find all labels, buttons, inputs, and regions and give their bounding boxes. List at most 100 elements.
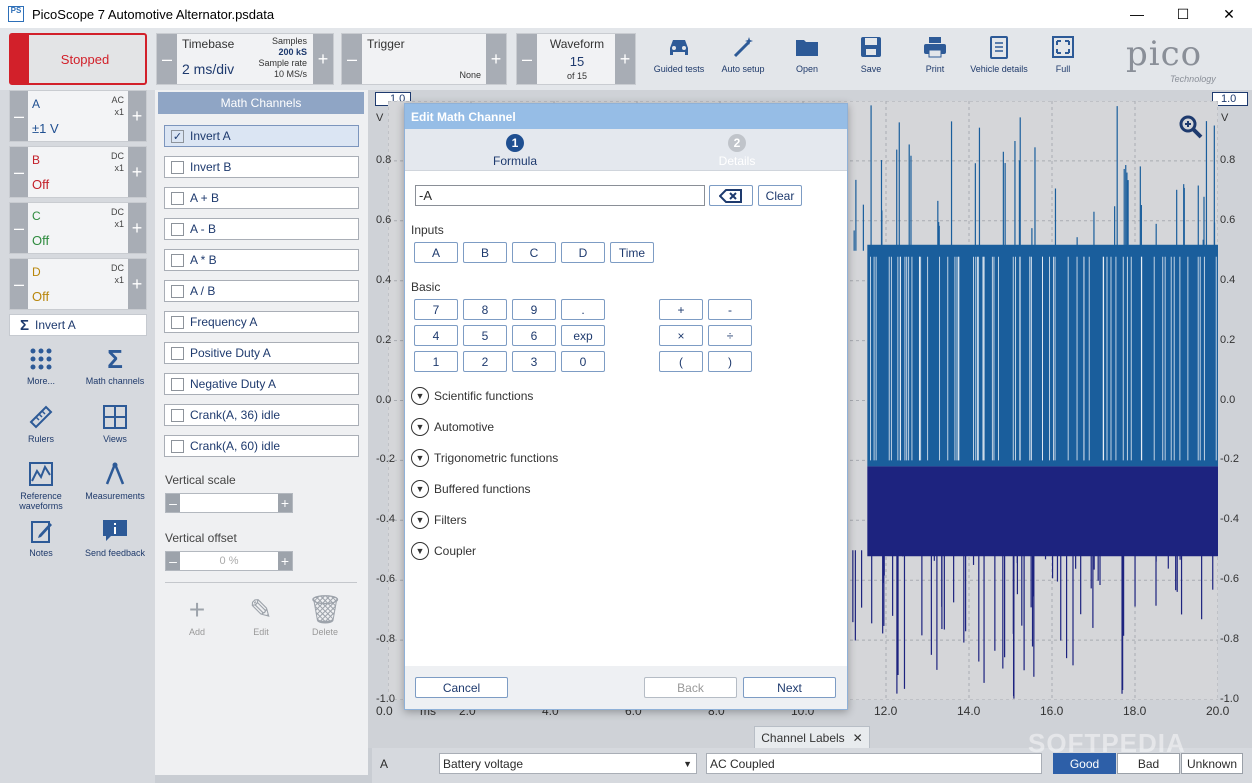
math-item-a-div-b[interactable]: A / B [164, 280, 359, 302]
channel-b-decrease-button[interactable]: – [10, 147, 28, 197]
checkbox[interactable] [171, 346, 184, 360]
delete-math-channel-button[interactable]: 🗑 Delete [300, 595, 350, 638]
trigger-value[interactable]: None [459, 70, 481, 80]
channel-a-coupling[interactable]: AC [111, 94, 124, 106]
section-coupler[interactable]: ▼ Coupler [411, 542, 476, 560]
section-buffered-functions[interactable]: ▼ Buffered functions [411, 480, 531, 498]
key-1[interactable]: 1 [414, 351, 458, 372]
views-button[interactable]: Views [80, 404, 150, 444]
key-exp[interactable]: exp [561, 325, 605, 346]
waveform-next-button[interactable]: + [615, 34, 635, 84]
checkbox[interactable] [171, 284, 184, 298]
channel-a-card[interactable]: – A AC x1 ±1 V + [9, 90, 147, 142]
channel-description-field[interactable]: AC Coupled [706, 753, 1042, 774]
math-item-negative-duty-a[interactable]: Negative Duty A [164, 373, 359, 395]
waveform-previous-button[interactable]: – [517, 34, 537, 84]
print-button[interactable]: Print [903, 34, 967, 74]
checkbox[interactable] [171, 315, 184, 329]
maximize-button[interactable]: ☐ [1160, 0, 1206, 28]
vehicle-details-button[interactable]: Vehicle details [967, 34, 1031, 74]
checkbox[interactable] [171, 222, 184, 236]
key-3[interactable]: 3 [512, 351, 556, 372]
vertical-scale-spinner[interactable]: – + [165, 493, 293, 513]
channel-b-range[interactable]: Off [32, 177, 49, 192]
channel-d-increase-button[interactable]: + [128, 259, 146, 309]
back-button[interactable]: Back [644, 677, 737, 698]
channel-d-coupling[interactable]: DC [111, 262, 124, 274]
key-close-paren[interactable]: ) [708, 351, 752, 372]
timebase-increase-button[interactable]: + [313, 34, 333, 84]
rulers-button[interactable]: Rulers [6, 404, 76, 444]
vertical-offset-decrease[interactable]: – [166, 552, 180, 570]
channel-labels-tab[interactable]: Channel Labels ✕ [754, 726, 870, 748]
next-button[interactable]: Next [743, 677, 836, 698]
input-a-button[interactable]: A [414, 242, 458, 263]
section-filters[interactable]: ▼ Filters [411, 511, 467, 529]
add-math-channel-button[interactable]: + Add [172, 595, 222, 638]
full-screen-button[interactable]: Full [1031, 34, 1095, 74]
key-plus[interactable]: + [659, 299, 703, 320]
key-divide[interactable]: ÷ [708, 325, 752, 346]
key-multiply[interactable]: × [659, 325, 703, 346]
channel-a-decrease-button[interactable]: – [10, 91, 28, 141]
timebase-value[interactable]: 2 ms/div [182, 61, 234, 77]
input-time-button[interactable]: Time [610, 242, 654, 263]
math-item-invert-b[interactable]: Invert B [164, 156, 359, 178]
key-7[interactable]: 7 [414, 299, 458, 320]
edit-math-channel-button[interactable]: ✎ Edit [236, 595, 286, 638]
key-0[interactable]: 0 [561, 351, 605, 372]
vertical-scale-increase[interactable]: + [278, 494, 292, 512]
key-5[interactable]: 5 [463, 325, 507, 346]
checkbox[interactable] [171, 408, 184, 422]
close-icon[interactable]: ✕ [853, 731, 863, 745]
math-item-invert-a[interactable]: ✓ Invert A [164, 125, 359, 147]
active-math-channel[interactable]: Σ Invert A [9, 314, 147, 336]
math-item-a-minus-b[interactable]: A - B [164, 218, 359, 240]
vertical-offset-spinner[interactable]: – 0 % + [165, 551, 293, 571]
channel-b-coupling[interactable]: DC [111, 150, 124, 162]
channel-b-increase-button[interactable]: + [128, 147, 146, 197]
auto-setup-button[interactable]: Auto setup [711, 34, 775, 74]
input-d-button[interactable]: D [561, 242, 605, 263]
send-feedback-button[interactable]: Send feedback [80, 518, 150, 558]
checkmark-icon[interactable]: ✓ [171, 129, 184, 143]
checkbox[interactable] [171, 191, 184, 205]
channel-d-range[interactable]: Off [32, 289, 49, 304]
samples-value[interactable]: 200 kS [258, 47, 307, 58]
section-scientific-functions[interactable]: ▼ Scientific functions [411, 387, 533, 405]
checkbox[interactable] [171, 160, 184, 174]
save-button[interactable]: Save [839, 34, 903, 74]
measurements-button[interactable]: Measurements [80, 461, 150, 501]
math-item-positive-duty-a[interactable]: Positive Duty A [164, 342, 359, 364]
rating-unknown-button[interactable]: Unknown [1181, 753, 1243, 774]
channel-a-range[interactable]: ±1 V [32, 121, 59, 136]
channel-c-coupling[interactable]: DC [111, 206, 124, 218]
channel-c-card[interactable]: – C DC x1 Off + [9, 202, 147, 254]
math-item-a-times-b[interactable]: A * B [164, 249, 359, 271]
key-decimal[interactable]: . [561, 299, 605, 320]
vertical-scale-decrease[interactable]: – [166, 494, 180, 512]
key-open-paren[interactable]: ( [659, 351, 703, 372]
section-trigonometric-functions[interactable]: ▼ Trigonometric functions [411, 449, 558, 467]
channel-a-increase-button[interactable]: + [128, 91, 146, 141]
trigger-increase-button[interactable]: + [486, 34, 506, 84]
key-minus[interactable]: - [708, 299, 752, 320]
key-4[interactable]: 4 [414, 325, 458, 346]
close-button[interactable]: ✕ [1206, 0, 1252, 28]
reference-waveforms-button[interactable]: Reference waveforms [6, 461, 76, 511]
math-item-crank-36[interactable]: Crank(A, 36) idle [164, 404, 359, 426]
channel-d-decrease-button[interactable]: – [10, 259, 28, 309]
timebase-decrease-button[interactable]: – [157, 34, 177, 84]
math-item-a-plus-b[interactable]: A + B [164, 187, 359, 209]
channel-label-select[interactable]: Battery voltage ▼ [439, 753, 697, 774]
math-item-crank-60[interactable]: Crank(A, 60) idle [164, 435, 359, 457]
checkbox[interactable] [171, 377, 184, 391]
math-item-frequency-a[interactable]: Frequency A [164, 311, 359, 333]
backspace-button[interactable] [709, 185, 753, 206]
input-c-button[interactable]: C [512, 242, 556, 263]
cancel-button[interactable]: Cancel [415, 677, 508, 698]
key-2[interactable]: 2 [463, 351, 507, 372]
channel-d-card[interactable]: – D DC x1 Off + [9, 258, 147, 310]
more-button[interactable]: More... [6, 346, 76, 386]
clear-button[interactable]: Clear [758, 185, 802, 206]
